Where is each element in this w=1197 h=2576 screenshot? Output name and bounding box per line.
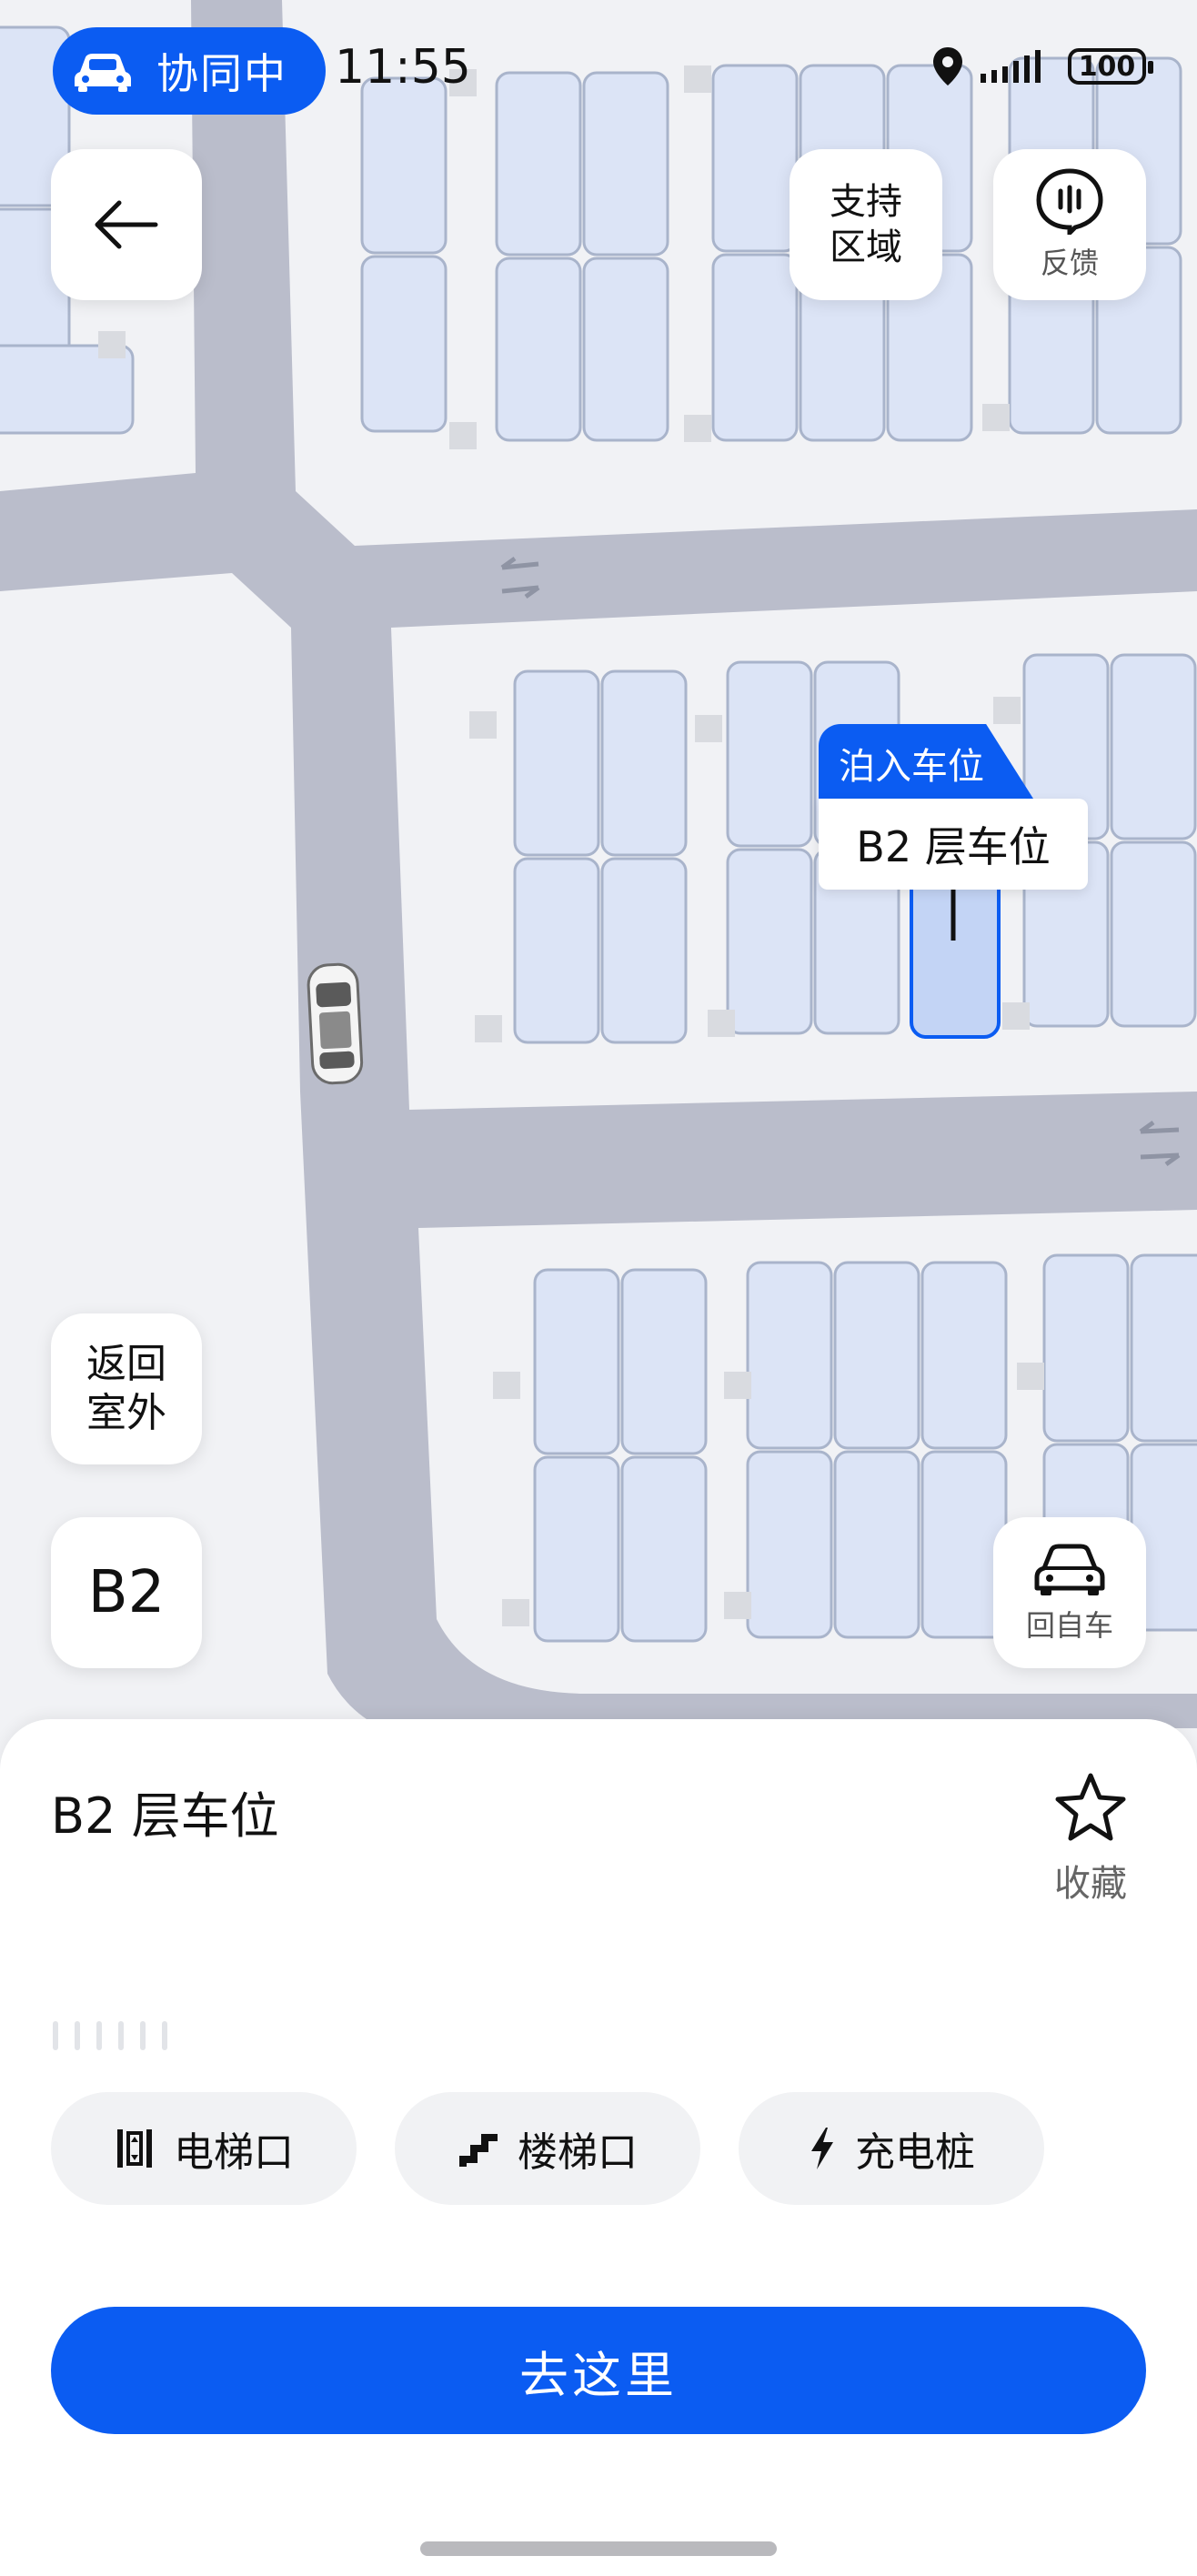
parking-spot [726, 848, 813, 1035]
my-car-label: 回自车 [1025, 1608, 1113, 1643]
elevator-icon [117, 2129, 152, 2168]
parking-spot [1042, 1253, 1130, 1443]
parking-spot [620, 1268, 708, 1455]
parking-spot [582, 71, 669, 257]
parking-spot [495, 71, 582, 257]
spot-callout-label[interactable]: B2 层车位 [819, 799, 1088, 890]
parking-spot [833, 1450, 920, 1639]
chip-charging-label: 充电桩 [855, 2129, 975, 2176]
feedback-label: 反馈 [1040, 246, 1099, 280]
home-indicator[interactable] [420, 2541, 777, 2556]
floor-selector-button[interactable]: B2 [51, 1517, 202, 1668]
collaboration-status-pill[interactable]: 协同中 [53, 27, 326, 115]
chip-elevator[interactable]: 电梯口 [51, 2092, 357, 2205]
status-icons: 100 [931, 45, 1153, 87]
status-time: 11:55 [335, 40, 471, 95]
parking-spot [1110, 840, 1197, 1028]
parking-spot [495, 257, 582, 442]
parking-spot [1130, 1253, 1197, 1443]
sheet-title: B2 层车位 [51, 1787, 279, 1845]
support-area-button[interactable]: 支持 区域 [790, 149, 942, 300]
parking-spot [600, 669, 688, 857]
feedback-icon [1036, 168, 1103, 235]
chip-charging[interactable]: 充电桩 [739, 2092, 1044, 2205]
parking-spot [582, 257, 669, 442]
return-outdoor-button[interactable]: 返回 室外 [51, 1313, 202, 1464]
favorite-button[interactable]: 收藏 [1037, 1772, 1144, 1907]
parking-spot [1110, 653, 1197, 840]
parking-spot [360, 255, 448, 433]
return-outdoor-label-1: 返回 [86, 1341, 166, 1387]
parking-spot [513, 669, 600, 857]
star-icon [1055, 1773, 1126, 1841]
parking-spot [833, 1261, 920, 1450]
parking-spot [746, 1261, 833, 1450]
support-area-label-1: 支持 [830, 181, 902, 223]
collab-label: 协同中 [156, 49, 287, 98]
stairs-icon [459, 2134, 498, 2167]
car-front-icon [1034, 1544, 1105, 1595]
return-outdoor-label-2: 室外 [86, 1390, 166, 1436]
charging-icon [811, 2128, 833, 2169]
arrow-left-icon [95, 200, 158, 249]
parking-spot [533, 1268, 620, 1455]
floor-label: B2 [87, 1559, 166, 1626]
location-icon [933, 47, 962, 86]
parking-spot [360, 76, 448, 255]
parking-spot [746, 1450, 833, 1639]
battery-indicator: 100 [1068, 48, 1153, 85]
parking-spot [600, 857, 688, 1044]
feedback-button[interactable]: 反馈 [993, 149, 1146, 300]
parking-spot [726, 660, 813, 848]
chip-elevator-label: 电梯口 [174, 2129, 294, 2176]
signal-icon [981, 50, 1041, 83]
parking-spot [513, 857, 600, 1044]
parking-spot [533, 1455, 620, 1643]
vehicle-marker [307, 962, 364, 1085]
return-to-my-car-button[interactable]: 回自车 [993, 1517, 1146, 1668]
parking-spot [0, 344, 135, 435]
chip-stairs-label: 楼梯口 [518, 2129, 638, 2176]
favorite-label: 收藏 [1054, 1863, 1127, 1905]
chip-stairs[interactable]: 楼梯口 [395, 2092, 700, 2205]
facility-chips: 电梯口 楼梯口 充电桩 [51, 2092, 1044, 2205]
parking-spot [620, 1455, 708, 1643]
car-icon [75, 54, 131, 92]
parking-spot [920, 1261, 1008, 1450]
parking-spot [711, 64, 799, 253]
support-area-label-2: 区域 [830, 226, 902, 268]
loading-placeholder [53, 2021, 167, 2050]
go-here-button[interactable]: 去这里 [51, 2307, 1146, 2434]
parking-spot [711, 253, 799, 442]
bottom-sheet: B2 层车位 收藏 电梯口 楼梯口 充电桩 去这里 [0, 1719, 1197, 2576]
back-button[interactable] [51, 149, 202, 300]
